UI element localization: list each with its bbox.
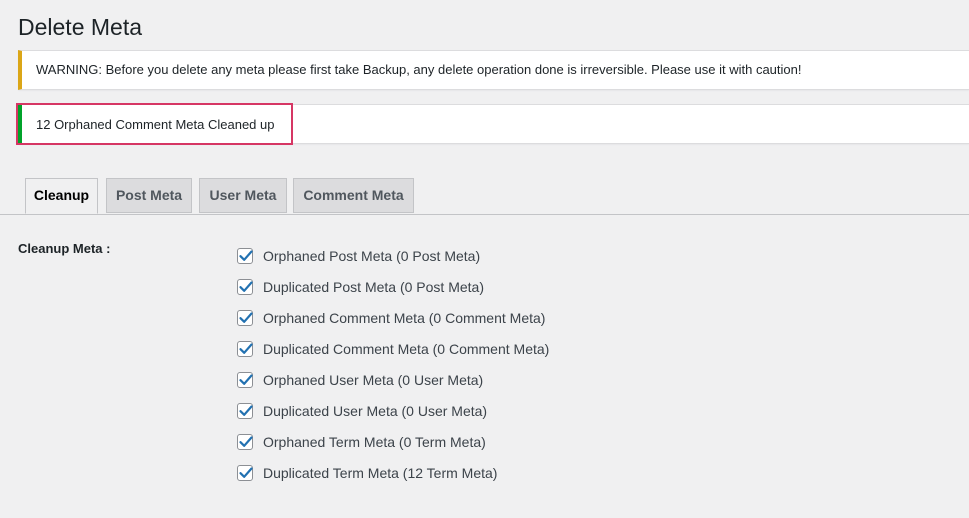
option-duplicated-comment-meta: Duplicated Comment Meta (0 Comment Meta) — [237, 333, 549, 364]
option-orphaned-comment-meta: Orphaned Comment Meta (0 Comment Meta) — [237, 302, 549, 333]
duplicated-term-meta-checkbox[interactable] — [237, 464, 253, 481]
tab-post-meta[interactable]: Post Meta — [106, 178, 192, 213]
duplicated-post-meta-checkbox[interactable] — [237, 278, 253, 295]
delete-meta-page: Delete Meta WARNING: Before you delete a… — [0, 0, 969, 518]
warning-text: WARNING: Before you delete any meta plea… — [36, 62, 802, 77]
orphaned-post-meta-checkbox[interactable] — [237, 247, 253, 264]
tab-bar: Cleanup Post Meta User Meta Comment Meta — [0, 178, 969, 215]
orphaned-user-meta-checkbox[interactable] — [237, 371, 253, 388]
orphaned-term-meta-checkbox[interactable] — [237, 433, 253, 450]
tab-user-meta[interactable]: User Meta — [199, 178, 287, 213]
tab-cleanup[interactable]: Cleanup — [25, 178, 98, 214]
tab-comment-meta[interactable]: Comment Meta — [293, 178, 414, 213]
checkmark-icon — [239, 435, 253, 447]
duplicated-term-meta-label[interactable]: Duplicated Term Meta (12 Term Meta) — [263, 465, 497, 481]
duplicated-comment-meta-checkbox[interactable] — [237, 340, 253, 357]
duplicated-user-meta-checkbox[interactable] — [237, 402, 253, 419]
duplicated-comment-meta-label[interactable]: Duplicated Comment Meta (0 Comment Meta) — [263, 341, 549, 357]
checkmark-icon — [239, 404, 253, 416]
option-duplicated-user-meta: Duplicated User Meta (0 User Meta) — [237, 395, 549, 426]
option-orphaned-post-meta: Orphaned Post Meta (0 Post Meta) — [237, 240, 549, 271]
orphaned-term-meta-label[interactable]: Orphaned Term Meta (0 Term Meta) — [263, 434, 486, 450]
cleanup-options-list: Orphaned Post Meta (0 Post Meta) Duplica… — [237, 240, 549, 488]
checkmark-icon — [239, 280, 253, 292]
page-title: Delete Meta — [18, 14, 143, 40]
option-orphaned-user-meta: Orphaned User Meta (0 User Meta) — [237, 364, 549, 395]
checkmark-icon — [239, 466, 253, 478]
option-duplicated-term-meta: Duplicated Term Meta (12 Term Meta) — [237, 457, 549, 488]
duplicated-post-meta-label[interactable]: Duplicated Post Meta (0 Post Meta) — [263, 279, 484, 295]
option-duplicated-post-meta: Duplicated Post Meta (0 Post Meta) — [237, 271, 549, 302]
checkmark-icon — [239, 342, 253, 354]
orphaned-post-meta-label[interactable]: Orphaned Post Meta (0 Post Meta) — [263, 248, 480, 264]
duplicated-user-meta-label[interactable]: Duplicated User Meta (0 User Meta) — [263, 403, 487, 419]
checkmark-icon — [239, 311, 253, 323]
option-orphaned-term-meta: Orphaned Term Meta (0 Term Meta) — [237, 426, 549, 457]
success-notice: 12 Orphaned Comment Meta Cleaned up — [18, 104, 969, 144]
orphaned-comment-meta-checkbox[interactable] — [237, 309, 253, 326]
orphaned-user-meta-label[interactable]: Orphaned User Meta (0 User Meta) — [263, 372, 483, 388]
warning-notice: WARNING: Before you delete any meta plea… — [18, 50, 969, 90]
checkmark-icon — [239, 373, 253, 385]
cleanup-meta-label: Cleanup Meta : — [18, 241, 111, 256]
orphaned-comment-meta-label[interactable]: Orphaned Comment Meta (0 Comment Meta) — [263, 310, 545, 326]
success-text: 12 Orphaned Comment Meta Cleaned up — [36, 117, 275, 132]
checkmark-icon — [239, 249, 253, 261]
